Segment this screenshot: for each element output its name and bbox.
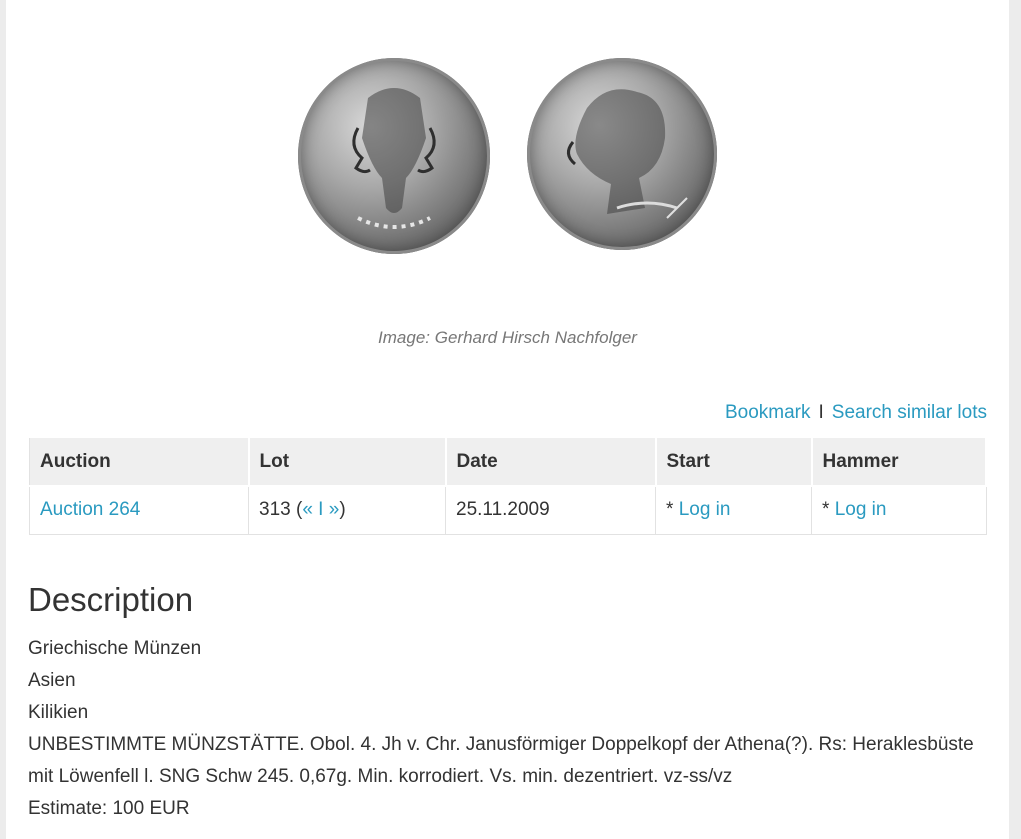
- description-section: Description Griechische Münzen Asien Kil…: [28, 581, 988, 825]
- hammer-prefix: *: [822, 499, 835, 521]
- start-prefix: *: [666, 499, 679, 521]
- description-category: Griechische Münzen: [28, 638, 202, 659]
- search-similar-lots-link[interactable]: Search similar lots: [832, 402, 987, 423]
- table-header-row: Auction Lot Date Start Hammer: [29, 436, 987, 487]
- page: Image: Gerhard Hirsch Nachfolger Bookmar…: [6, 0, 1009, 839]
- coin-reverse-image: [527, 58, 717, 250]
- coin-obverse-image: [298, 58, 490, 254]
- lot-actions: Bookmark I Search similar lots: [725, 402, 987, 424]
- next-lot-link[interactable]: »: [329, 499, 340, 520]
- lot-nav-separator: I: [312, 499, 329, 521]
- previous-lot-link[interactable]: «: [302, 499, 313, 520]
- cell-lot: 313 (« I »): [248, 485, 446, 535]
- cell-start: * Log in: [655, 485, 812, 535]
- header-start: Start: [654, 436, 813, 487]
- actions-separator: I: [818, 402, 824, 423]
- header-auction: Auction: [29, 436, 250, 487]
- header-date: Date: [444, 436, 657, 487]
- bookmark-link[interactable]: Bookmark: [725, 402, 811, 423]
- description-subregion: Kilikien: [28, 702, 89, 723]
- auction-link[interactable]: Auction 264: [40, 499, 140, 520]
- description-estimate: Estimate: 100 EUR: [28, 798, 190, 819]
- description-heading: Description: [28, 581, 194, 618]
- description-text: UNBESTIMMTE MÜNZSTÄTTE. Obol. 4. Jh v. C…: [28, 734, 974, 787]
- header-hammer: Hammer: [810, 436, 987, 487]
- hammer-login-link[interactable]: Log in: [835, 499, 887, 520]
- lot-details-table: Auction Lot Date Start Hammer Auction 26…: [29, 436, 987, 535]
- lot-number: 313 (: [259, 499, 303, 521]
- cell-auction: Auction 264: [29, 485, 249, 535]
- table-row: Auction 264 313 (« I ») 25.11.2009 * Log…: [29, 485, 987, 535]
- description-region: Asien: [28, 670, 76, 691]
- cell-date: 25.11.2009: [445, 485, 656, 535]
- header-lot: Lot: [247, 436, 447, 487]
- image-caption: Image: Gerhard Hirsch Nachfolger: [378, 328, 637, 347]
- coin-image[interactable]: [6, 0, 1009, 300]
- cell-hammer: * Log in: [811, 485, 987, 535]
- lot-close-paren: ): [339, 499, 346, 521]
- start-login-link[interactable]: Log in: [679, 499, 731, 520]
